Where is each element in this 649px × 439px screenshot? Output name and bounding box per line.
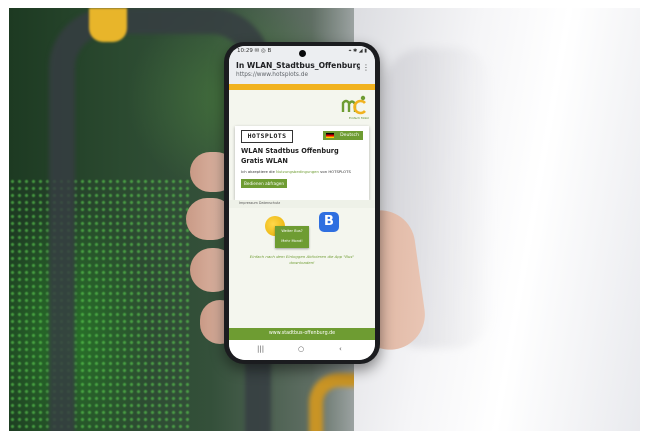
- photo-scene: 10:29 ✉ ◎ B ⌖ ✱ ◢ ▮ In WLAN_Stadtbus_Off…: [0, 0, 649, 439]
- yellow-handle: [89, 8, 127, 42]
- portal-title: WLAN Stadtbus Offenburg: [241, 147, 339, 155]
- terms-text: Ich akzeptiere die Nutzungsbedingungen v…: [241, 169, 351, 174]
- front-camera: [299, 50, 306, 57]
- home-icon[interactable]: ○: [298, 345, 304, 353]
- smartphone: 10:29 ✉ ◎ B ⌖ ✱ ◢ ▮ In WLAN_Stadtbus_Off…: [224, 42, 380, 364]
- phone-screen: 10:29 ✉ ◎ B ⌖ ✱ ◢ ▮ In WLAN_Stadtbus_Off…: [229, 46, 375, 360]
- portal-page: Einfach Mobil HOTSPLOTS Deutsch WLAN Sta…: [229, 90, 375, 328]
- card-footer: Impressum Datenschutz: [229, 200, 375, 208]
- terms-suffix: von HOTSPLOTS: [318, 169, 351, 174]
- mc-logo-icon: [341, 95, 366, 115]
- bottom-url[interactable]: www.stadtbus-offenburg.de: [229, 331, 375, 336]
- language-button[interactable]: Deutsch: [323, 131, 363, 140]
- status-indicators: ⌖ ✱ ◢ ▮: [348, 48, 367, 54]
- promo-text-line-1: Einfach nach dem Einloggen Aktivieren di…: [249, 254, 355, 259]
- back-icon[interactable]: ‹: [339, 345, 342, 353]
- terms-link[interactable]: Nutzungsbedingungen: [276, 169, 319, 174]
- promo-text: Einfach nach dem Einloggen Aktivieren di…: [239, 254, 365, 266]
- status-time: 10:29 ✉ ◎ B: [237, 48, 272, 54]
- language-label: Deutsch: [340, 133, 359, 138]
- bottom-bar: www.stadtbus-offenburg.de: [229, 328, 375, 340]
- browser-header[interactable]: In WLAN_Stadtbus_Offenburg an... https:/…: [229, 58, 375, 84]
- german-flag-icon: [326, 133, 334, 138]
- promo-question-2: Mehr Mond!: [281, 239, 303, 243]
- hotsplots-logo: HOTSPLOTS: [241, 130, 293, 143]
- promo-tag: Weiter Bus? Mehr Mond!: [275, 226, 309, 248]
- promo-text-line-2: downloaden!: [289, 259, 315, 265]
- terms-prefix: Ich akzeptiere die: [241, 169, 276, 174]
- bus-app-icon[interactable]: B: [319, 212, 339, 232]
- android-nav-bar: ||| ○ ‹: [229, 340, 375, 360]
- footer-links[interactable]: Impressum Datenschutz: [239, 201, 280, 205]
- accept-button[interactable]: Bedienen abfragen: [241, 179, 287, 188]
- login-card: HOTSPLOTS Deutsch WLAN Stadtbus Offenbur…: [235, 126, 369, 200]
- recents-icon[interactable]: |||: [257, 345, 264, 353]
- promo-question-1: Weiter Bus?: [281, 229, 303, 233]
- page-title: In WLAN_Stadtbus_Offenburg an...: [236, 61, 360, 70]
- more-vert-icon[interactable]: ⋮: [362, 64, 370, 72]
- logo-subtitle: Einfach Mobil: [348, 116, 369, 120]
- page-url[interactable]: https://www.hotsplots.de: [236, 72, 308, 78]
- portal-subtitle: Gratis WLAN: [241, 157, 288, 165]
